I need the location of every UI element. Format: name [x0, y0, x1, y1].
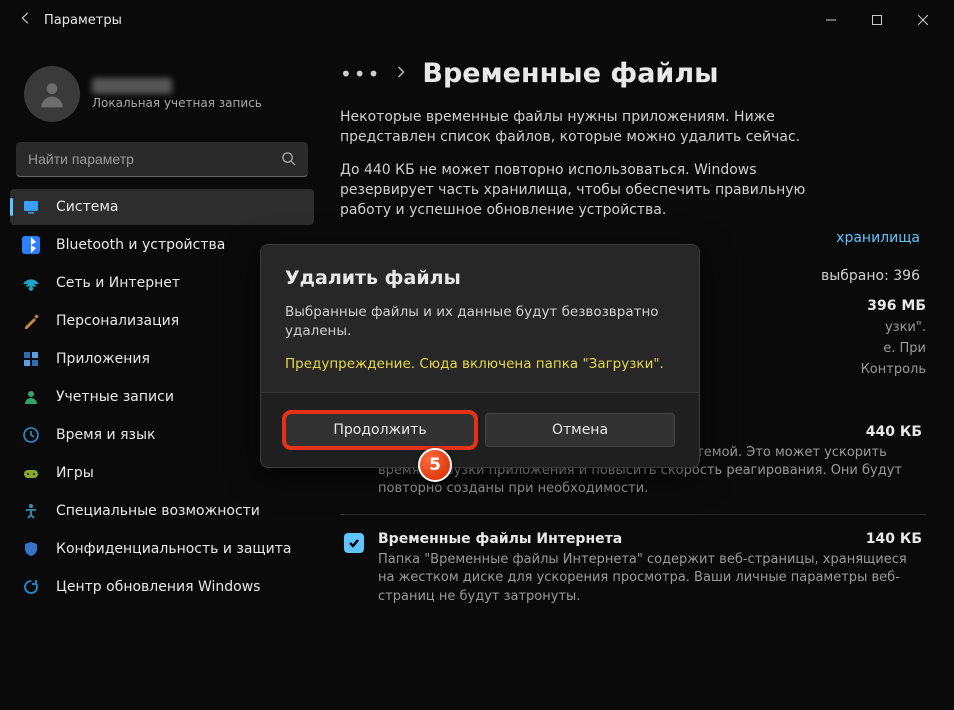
file-item: Временные файлы Интернета 140 КБ Папка "… [340, 514, 926, 622]
cancel-button[interactable]: Отмена [485, 413, 675, 447]
sidebar-item-label: Игры [56, 465, 94, 481]
file-description: Папка "Временные файлы Интернета" содерж… [378, 551, 922, 606]
window-title: Параметры [44, 13, 122, 28]
checkbox[interactable] [344, 533, 364, 553]
file-size: 440 КБ [866, 424, 922, 440]
delete-files-dialog: Удалить файлы Выбранные файлы и их данны… [260, 244, 700, 468]
sidebar-item-label: Учетные записи [56, 389, 174, 405]
sidebar-item-label: Сеть и Интернет [56, 275, 180, 291]
close-button[interactable] [900, 4, 946, 36]
sidebar-item-label: Время и язык [56, 427, 155, 443]
bluetooth-icon [22, 236, 40, 254]
privacy-icon [22, 540, 40, 558]
sidebar-item-label: Bluetooth и устройства [56, 237, 225, 253]
personalization-icon [22, 312, 40, 330]
update-icon [22, 578, 40, 596]
continue-button[interactable]: Продолжить [285, 413, 475, 447]
maximize-button[interactable] [854, 4, 900, 36]
dialog-message: Выбранные файлы и их данные будут безвоз… [285, 303, 675, 341]
accounts-icon [22, 388, 40, 406]
file-title: Временные файлы Интернета [378, 531, 622, 547]
file-size-0: 396 МБ [867, 298, 926, 314]
file-size: 140 КБ [866, 531, 922, 547]
sidebar-item-label: Персонализация [56, 313, 179, 329]
sidebar-item-update[interactable]: Центр обновления Windows [10, 569, 314, 605]
dialog-title: Удалить файлы [285, 267, 675, 289]
back-button[interactable] [8, 11, 44, 29]
search-icon [281, 151, 296, 170]
sidebar-item-label: Конфиденциальность и защита [56, 541, 291, 557]
intro-text-1: Некоторые временные файлы нужны приложен… [340, 107, 840, 148]
search-input[interactable] [16, 142, 308, 177]
intro-text-2: До 440 КБ не может повторно использовать… [340, 160, 840, 221]
step-callout: 5 [418, 448, 452, 482]
sidebar-item-label: Приложения [56, 351, 150, 367]
profile-subtitle: Локальная учетная запись [92, 96, 262, 110]
chevron-right-icon [397, 66, 406, 82]
sidebar-item-system[interactable]: Система [10, 189, 314, 225]
apps-icon [22, 350, 40, 368]
network-icon [22, 274, 40, 292]
sidebar-item-accessibility[interactable]: Специальные возможности [10, 493, 314, 529]
sidebar-item-label: Система [56, 199, 118, 215]
breadcrumb: ••• Временные файлы [340, 58, 926, 89]
sidebar-item-label: Специальные возможности [56, 503, 260, 519]
minimize-button[interactable] [808, 4, 854, 36]
page-title: Временные файлы [422, 58, 718, 89]
sidebar-item-label: Центр обновления Windows [56, 579, 260, 595]
time-icon [22, 426, 40, 444]
system-icon [22, 198, 40, 216]
avatar [24, 66, 80, 122]
sidebar-item-privacy[interactable]: Конфиденциальность и защита [10, 531, 314, 567]
profile-block[interactable]: Локальная учетная запись [10, 50, 314, 142]
profile-name [92, 78, 172, 94]
gaming-icon [22, 464, 40, 482]
breadcrumb-more-icon[interactable]: ••• [340, 62, 381, 86]
accessibility-icon [22, 502, 40, 520]
dialog-warning: Предупреждение. Сюда включена папка "Заг… [285, 355, 675, 374]
